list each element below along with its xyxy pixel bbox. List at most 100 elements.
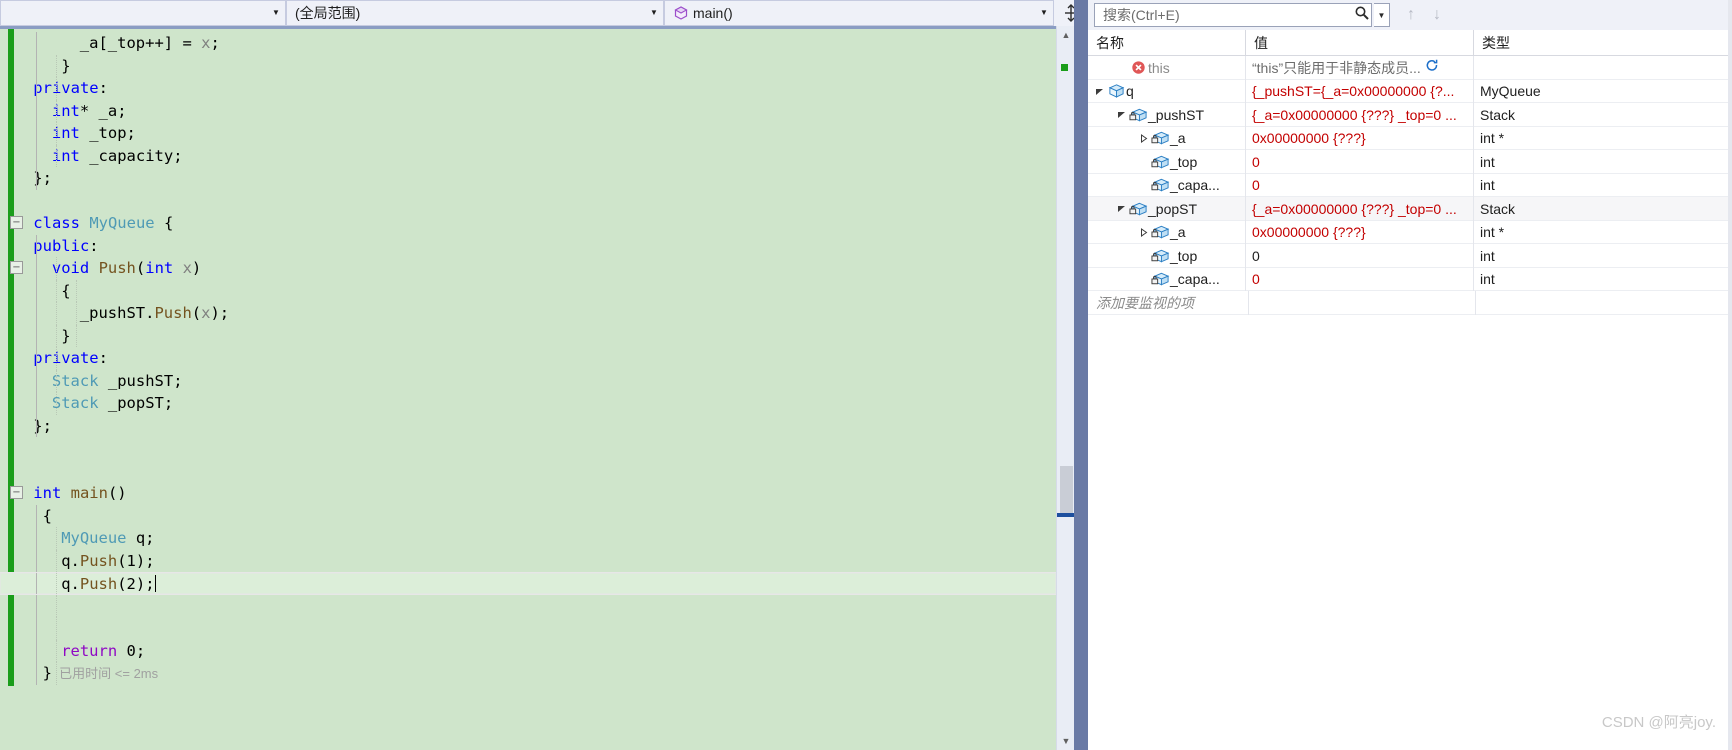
code-line[interactable]: } 已用时间 <= 2ms <box>0 662 1056 685</box>
watch-row-value-cell[interactable]: “this”只能用于非静态成员... <box>1246 56 1474 80</box>
code-line[interactable] <box>0 594 1056 617</box>
chevron-down-icon[interactable]: ▼ <box>267 1 285 25</box>
watch-row[interactable]: _top 0 int <box>1088 150 1732 174</box>
chevron-down-icon[interactable]: ▼ <box>1035 1 1053 25</box>
code-editor[interactable]: _a[_top++] = x;} private: int* _a; int _top… <box>0 26 1056 750</box>
code-line[interactable]: int _capacity; <box>0 144 1056 167</box>
watch-row-value-cell[interactable]: 0 <box>1246 173 1474 197</box>
watch-row[interactable]: q {_pushST={_a=0x00000000 {?... MyQueue <box>1088 79 1732 104</box>
watch-row-value-cell[interactable]: 0x00000000 {???} <box>1246 220 1474 244</box>
watch-row-name-cell[interactable]: _top <box>1088 244 1246 268</box>
search-options-dropdown[interactable]: ▼ <box>1374 3 1390 27</box>
scrollbar-thumb[interactable] <box>1060 466 1073 514</box>
fold-toggle-icon[interactable]: − <box>10 261 23 274</box>
code-line[interactable]: }; <box>0 167 1056 190</box>
code-line[interactable]: private: <box>0 347 1056 370</box>
watch-row[interactable]: _capa... 0 int <box>1088 173 1732 198</box>
search-input[interactable] <box>1101 6 1353 24</box>
watch-row[interactable]: this “this”只能用于非静态成员... <box>1088 56 1732 80</box>
watch-row[interactable]: _a 0x00000000 {???} int * <box>1088 126 1732 150</box>
member-combo[interactable]: main() ▼ <box>664 0 1054 26</box>
code-line[interactable]: { <box>0 504 1056 527</box>
scroll-down-icon[interactable]: ▼ <box>1057 732 1075 750</box>
watch-row-name-cell[interactable]: this <box>1088 56 1246 80</box>
expander-collapsed-icon[interactable] <box>1136 227 1150 237</box>
watch-row[interactable]: _capa... 0 int <box>1088 267 1732 292</box>
expander-expanded-icon[interactable] <box>1114 110 1128 119</box>
watch-row-type-cell[interactable]: Stack <box>1474 197 1732 221</box>
watch-row-value-cell[interactable]: {_a=0x00000000 {???} _top=0 ... <box>1246 103 1474 127</box>
watch-row-name-cell[interactable]: _capa... <box>1088 173 1246 197</box>
watch-row-value-cell[interactable]: 0x00000000 {???} <box>1246 126 1474 150</box>
arrow-down-icon[interactable]: ↓ <box>1424 3 1450 27</box>
code-line[interactable]: − void Push(int x) <box>0 257 1056 280</box>
search-icon[interactable] <box>1353 5 1371 26</box>
code-line[interactable]: { <box>0 279 1056 302</box>
watch-row-type-cell[interactable]: int <box>1474 174 1732 198</box>
expander-expanded-icon[interactable] <box>1114 204 1128 213</box>
column-header-type[interactable]: 类型 <box>1474 30 1732 56</box>
code-line[interactable] <box>0 190 1056 213</box>
watch-row-name-cell[interactable]: _top <box>1088 150 1246 174</box>
code-text-area[interactable]: _a[_top++] = x;} private: int* _a; int _top… <box>0 26 1056 750</box>
add-watch-input[interactable]: 添加要监视的项 <box>1096 290 1250 315</box>
code-line[interactable]: − class MyQueue { <box>0 212 1056 235</box>
refresh-icon[interactable] <box>1425 59 1439 76</box>
code-line[interactable]: q.Push(1); <box>0 549 1056 572</box>
code-line-current[interactable]: q.Push(2); <box>0 572 1056 595</box>
code-line[interactable]: } <box>0 54 1056 77</box>
code-line[interactable]: return 0; <box>0 639 1056 662</box>
watch-row-name-cell[interactable]: _popST <box>1088 197 1246 221</box>
watch-row-value-cell[interactable]: 0 <box>1246 244 1474 268</box>
watch-row-value-cell[interactable]: {_pushST={_a=0x00000000 {?... <box>1246 79 1474 103</box>
chevron-down-icon[interactable]: ▼ <box>645 1 663 25</box>
code-line[interactable]: int _top; <box>0 122 1056 145</box>
watch-row-name-cell[interactable]: _a <box>1088 220 1246 244</box>
watch-row[interactable]: _pushST {_a=0x00000000 {???} _top=0 ... St… <box>1088 103 1732 127</box>
code-line[interactable]: _a[_top++] = x; <box>0 32 1056 55</box>
watch-row-name-cell[interactable]: q <box>1088 79 1246 103</box>
watch-row-type-cell[interactable]: MyQueue <box>1474 80 1732 104</box>
watch-row-name-cell[interactable]: _a <box>1088 126 1246 150</box>
scroll-up-icon[interactable]: ▲ <box>1057 26 1075 44</box>
watch-row-type-cell[interactable]: int <box>1474 268 1732 292</box>
watch-row-name-cell[interactable]: _capa... <box>1088 267 1246 291</box>
code-line[interactable]: public: <box>0 234 1056 257</box>
code-line[interactable]: private: <box>0 77 1056 100</box>
arrow-up-icon[interactable]: ↑ <box>1398 3 1424 27</box>
project-scope-combo[interactable]: ▼ <box>0 0 286 26</box>
code-line[interactable]: Stack _pushST; <box>0 369 1056 392</box>
expander-collapsed-icon[interactable] <box>1136 133 1150 143</box>
watch-row[interactable]: _top 0 int <box>1088 244 1732 268</box>
watch-row[interactable]: _popST {_a=0x00000000 {???} _top=0 ... Sta… <box>1088 197 1732 221</box>
watch-row-value-cell[interactable]: 0 <box>1246 267 1474 291</box>
watch-row-value-cell[interactable]: {_a=0x00000000 {???} _top=0 ... <box>1246 197 1474 221</box>
search-box[interactable] <box>1094 3 1372 27</box>
watch-row-type-cell[interactable]: int <box>1474 244 1732 268</box>
watch-row-type-cell[interactable]: int <box>1474 150 1732 174</box>
expander-expanded-icon[interactable] <box>1092 87 1106 96</box>
column-header-value[interactable]: 值 <box>1246 30 1474 56</box>
column-header-name[interactable]: 名称 <box>1088 30 1246 56</box>
code-line[interactable] <box>0 437 1056 460</box>
code-line[interactable]: } <box>0 324 1056 347</box>
fold-toggle-icon[interactable]: − <box>10 486 23 499</box>
code-line[interactable]: − int main() <box>0 482 1056 505</box>
scope-combo[interactable]: (全局范围) ▼ <box>286 0 664 26</box>
code-line[interactable] <box>0 460 1056 483</box>
code-line[interactable]: }; <box>0 414 1056 437</box>
code-line[interactable] <box>0 617 1056 640</box>
watch-row-type-cell[interactable] <box>1474 56 1732 80</box>
fold-toggle-icon[interactable]: − <box>10 216 23 229</box>
code-line[interactable]: _pushST.Push(x); <box>0 302 1056 325</box>
code-line[interactable]: int* _a; <box>0 99 1056 122</box>
watch-row-type-cell[interactable]: Stack <box>1474 103 1732 127</box>
code-line[interactable]: Stack _popST; <box>0 392 1056 415</box>
watch-row[interactable]: _a 0x00000000 {???} int * <box>1088 220 1732 245</box>
editor-vertical-scrollbar[interactable]: ▲ ▼ <box>1056 26 1075 750</box>
watch-row-name-cell[interactable]: _pushST <box>1088 103 1246 127</box>
code-line[interactable]: MyQueue q; <box>0 527 1056 550</box>
panel-splitter[interactable] <box>1074 0 1088 750</box>
watch-row-value-cell[interactable]: 0 <box>1246 150 1474 174</box>
watch-row-type-cell[interactable]: int * <box>1474 221 1732 245</box>
